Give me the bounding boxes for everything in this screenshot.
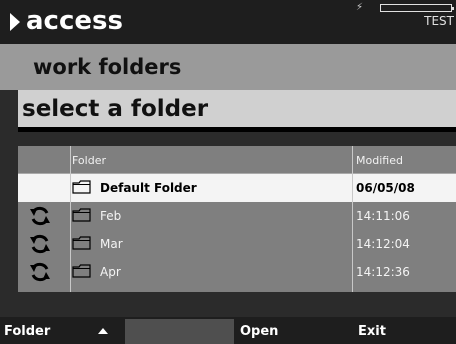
subheader-title: work folders (33, 55, 182, 79)
column-divider (352, 146, 353, 292)
modified-value: 14:12:04 (356, 237, 410, 251)
softkey-folder[interactable]: Folder (0, 319, 123, 344)
folder-icon (72, 264, 91, 278)
column-header-modified[interactable]: Modified (356, 154, 403, 168)
sync-icon (30, 262, 50, 282)
subheader: work folders (0, 44, 456, 90)
up-arrow-icon (98, 328, 108, 334)
folder-icon (72, 180, 91, 194)
folder-name: Mar (100, 237, 123, 251)
section-divider (18, 127, 456, 132)
folder-icon (72, 236, 91, 250)
battery-icon (380, 4, 454, 12)
status-label: TEST (424, 14, 454, 28)
table-row[interactable]: Feb 14:11:06 (18, 202, 456, 230)
column-header-folder[interactable]: Folder (72, 154, 106, 168)
table-row[interactable]: Default Folder 06/05/08 (18, 174, 456, 202)
folder-table: Folder Modified Default Folder 06/05/08 … (18, 146, 456, 292)
softkey-empty[interactable] (125, 319, 234, 344)
sync-icon (30, 234, 50, 254)
softkey-label: Open (240, 324, 279, 339)
page-title: access (26, 6, 123, 36)
folder-name: Feb (100, 209, 122, 223)
sync-icon (30, 206, 50, 226)
title-arrow-icon (10, 13, 20, 31)
folder-name: Default Folder (100, 181, 197, 195)
column-divider (70, 146, 71, 292)
folder-name: Apr (100, 265, 121, 279)
modified-value: 14:12:36 (356, 265, 410, 279)
table-row[interactable]: Apr 14:12:36 (18, 258, 456, 286)
modified-value: 06/05/08 (356, 181, 415, 195)
softkey-label: Folder (4, 324, 51, 339)
table-header: Folder Modified (18, 146, 456, 174)
softkey-open[interactable]: Open (236, 319, 352, 344)
section-title: select a folder (22, 96, 209, 122)
title-bar: access ⚡ TEST (0, 0, 456, 44)
softkey-label: Exit (358, 324, 386, 339)
softkey-bar: Folder Open Exit (0, 317, 456, 344)
status-area: ⚡ TEST (352, 3, 456, 29)
modified-value: 14:11:06 (356, 209, 410, 223)
power-plug-icon: ⚡ (356, 2, 365, 13)
section-band: select a folder (18, 90, 456, 130)
softkey-exit[interactable]: Exit (354, 319, 456, 344)
table-row[interactable]: Mar 14:12:04 (18, 230, 456, 258)
folder-icon (72, 208, 91, 222)
